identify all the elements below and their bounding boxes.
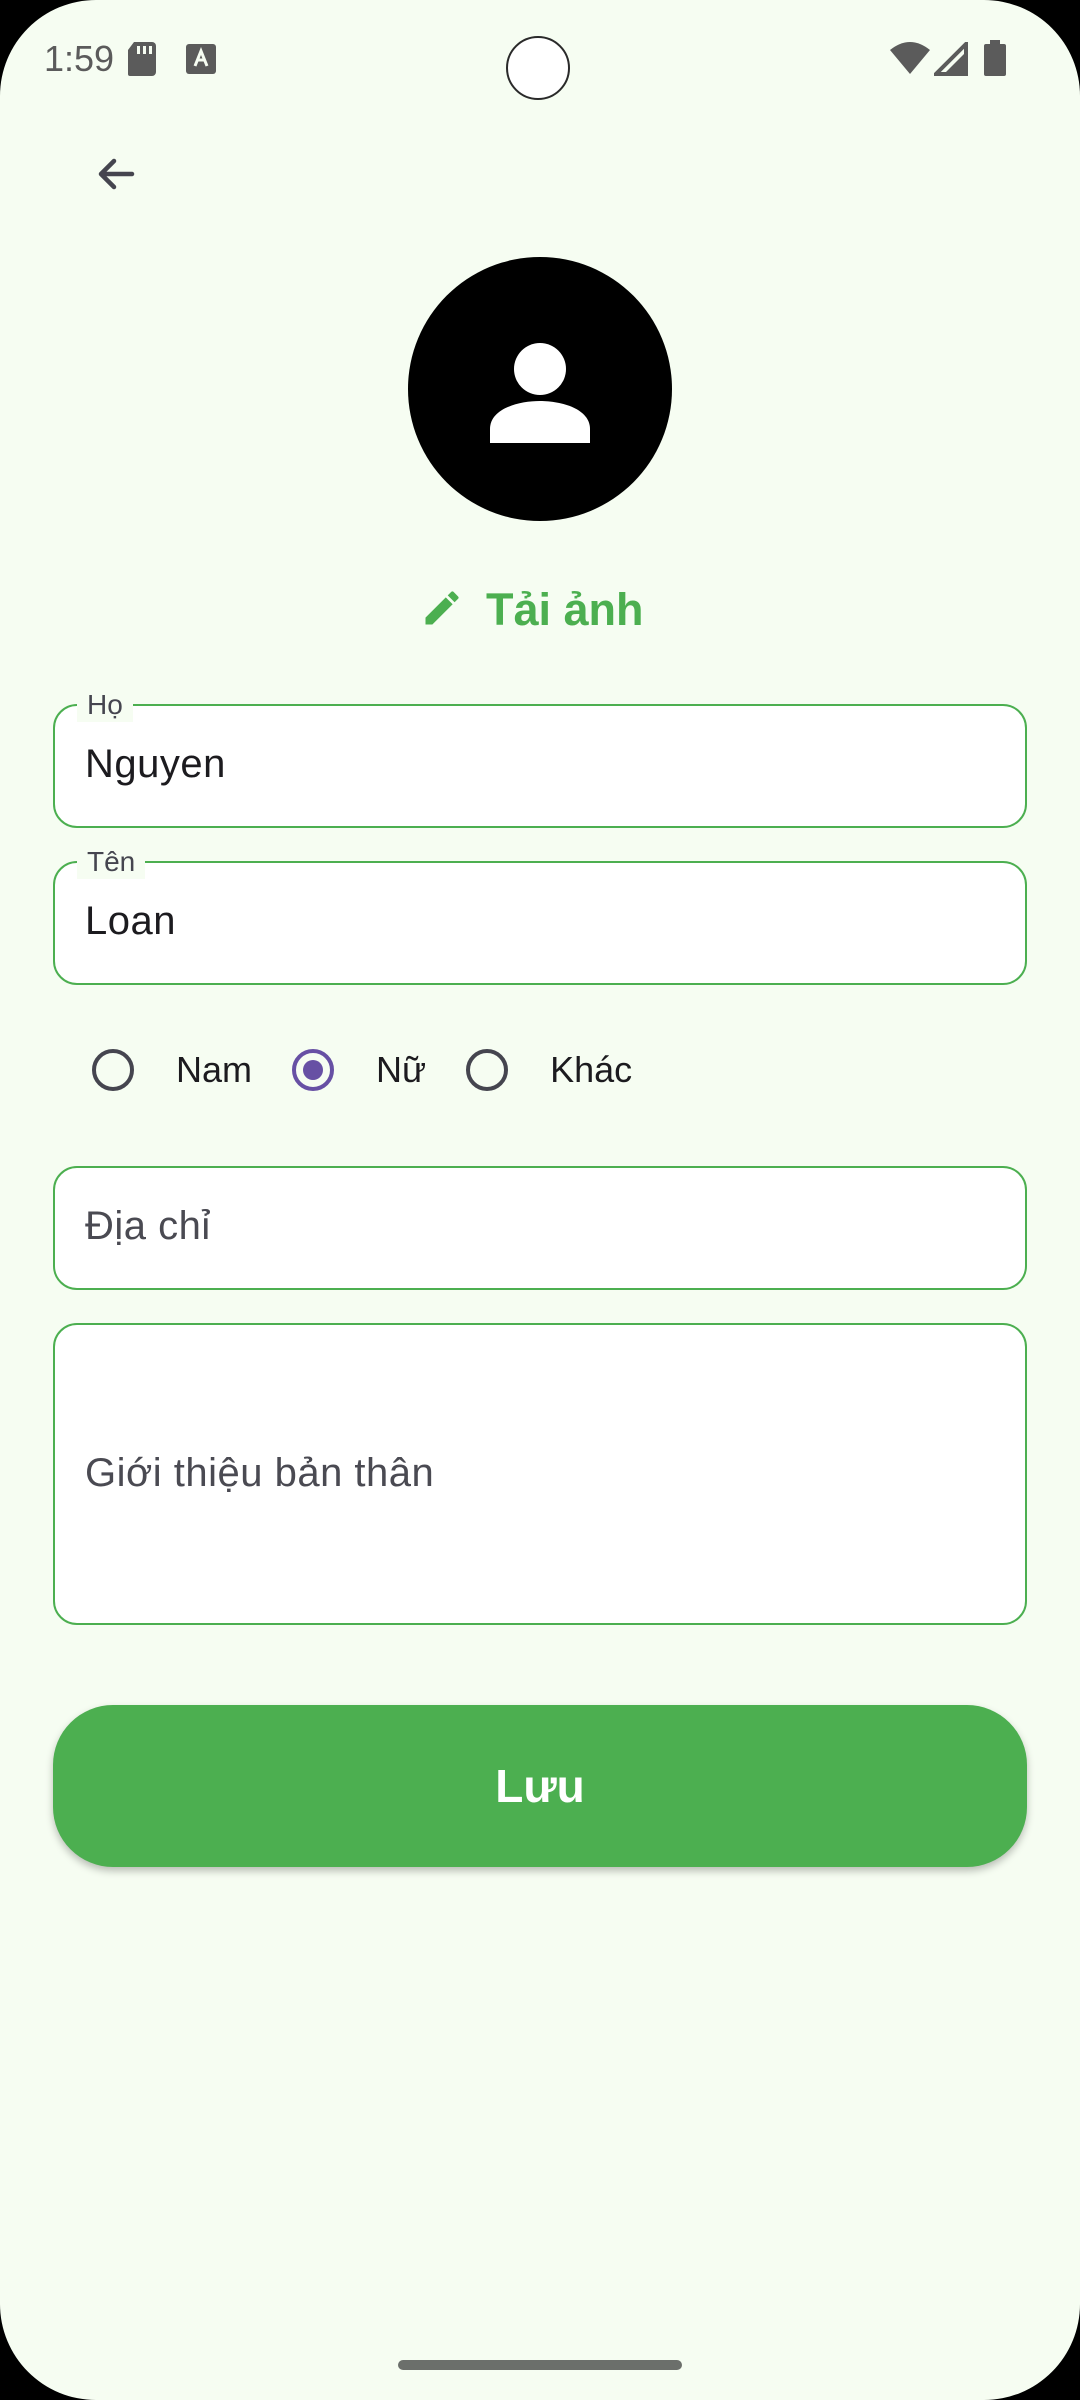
wifi-icon xyxy=(890,42,930,79)
person-icon xyxy=(490,343,590,443)
last-name-value: Nguyen xyxy=(85,742,226,786)
address-field[interactable]: Địa chỉ xyxy=(53,1166,1027,1290)
radio-button-selected[interactable] xyxy=(292,1049,335,1091)
status-time: 1:59 xyxy=(44,38,115,79)
arrow-left-icon xyxy=(92,150,140,203)
gender-label-other: Khác xyxy=(550,1049,633,1090)
gender-radio-group: Nam Nữ Khác xyxy=(70,1030,632,1110)
back-button[interactable] xyxy=(70,130,162,222)
status-bar: 1:59 xyxy=(0,0,1080,120)
save-button[interactable]: Lưu xyxy=(53,1705,1027,1867)
radio-button[interactable] xyxy=(466,1049,509,1091)
address-placeholder: Địa chỉ xyxy=(85,1204,211,1248)
gender-label-female: Nữ xyxy=(376,1049,427,1090)
sd-card-icon xyxy=(128,42,158,81)
home-indicator[interactable] xyxy=(398,2360,682,2370)
gender-option-female[interactable]: Nữ xyxy=(252,1049,426,1091)
camera-cutout xyxy=(506,36,570,100)
upload-photo-button[interactable]: Tải ảnh xyxy=(420,575,644,645)
gender-option-other[interactable]: Khác xyxy=(426,1049,632,1091)
upload-photo-label: Tải ảnh xyxy=(486,584,644,635)
screen: 1:59 Tải ảnh Họ Nguyen Tên Loan Nam Nữ K… xyxy=(0,0,1080,2400)
gender-label-male: Nam xyxy=(176,1049,253,1090)
signal-icon xyxy=(931,39,968,81)
last-name-field[interactable]: Họ Nguyen xyxy=(53,688,1027,828)
radio-button[interactable] xyxy=(92,1049,134,1091)
first-name-value: Loan xyxy=(85,899,176,943)
battery-icon xyxy=(984,40,1006,81)
avatar[interactable] xyxy=(408,257,672,521)
first-name-label: Tên xyxy=(77,845,146,879)
last-name-label: Họ xyxy=(77,688,133,722)
text-a-icon xyxy=(186,44,216,79)
bio-field[interactable]: Giới thiệu bản thân xyxy=(53,1323,1027,1625)
pencil-icon xyxy=(420,586,464,635)
bio-placeholder: Giới thiệu bản thân xyxy=(85,1451,435,1495)
save-button-label: Lưu xyxy=(495,1760,585,1812)
gender-option-male[interactable]: Nam xyxy=(70,1049,252,1091)
first-name-field[interactable]: Tên Loan xyxy=(53,845,1027,985)
